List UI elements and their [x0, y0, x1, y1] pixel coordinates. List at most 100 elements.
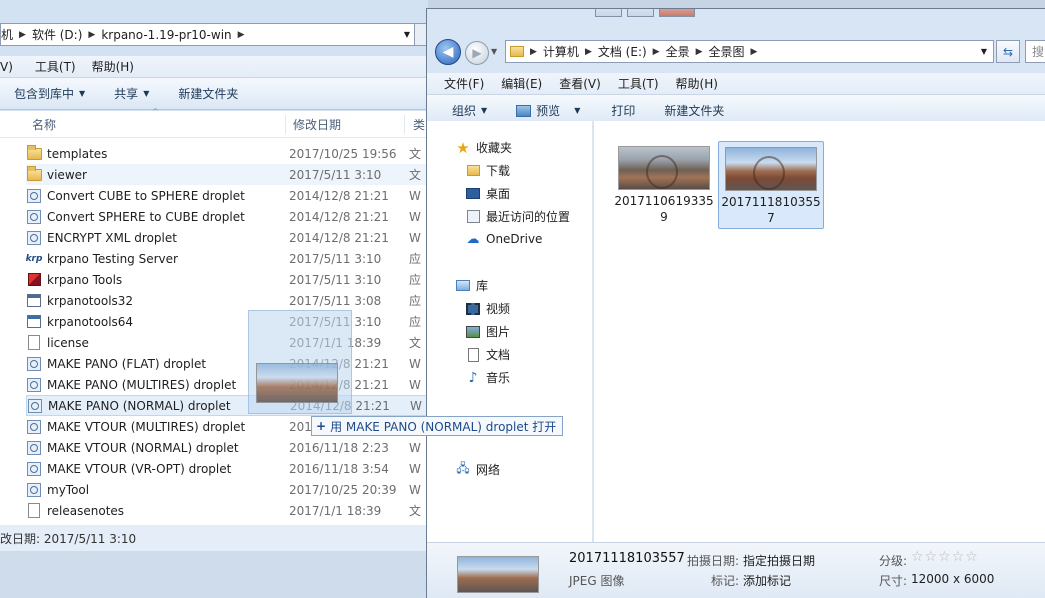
chevron-down-icon[interactable]: ▼ — [404, 30, 410, 39]
nav-videos[interactable]: 视频 — [465, 300, 510, 317]
nav-recent-places[interactable]: 最近访问的位置 — [465, 208, 570, 225]
file-type: W — [409, 377, 421, 392]
nav-pictures-label: 图片 — [486, 325, 511, 339]
file-row[interactable]: MAKE VTOUR (VR-OPT) droplet 2016/11/18 3:… — [26, 458, 428, 479]
breadcrumb-item[interactable]: 全景 — [666, 43, 690, 60]
file-row[interactable]: MAKE PANO (MULTIRES) droplet2014/12/8 21… — [26, 374, 428, 395]
file-row[interactable]: releasenotes 2017/1/1 18:39 文 — [26, 500, 428, 521]
menu-file[interactable]: 文件(F) — [427, 75, 492, 92]
column-modified[interactable]: 修改日期 — [293, 116, 341, 133]
column-type[interactable]: 类 — [413, 116, 425, 133]
refresh-icon[interactable]: ⇆ — [996, 40, 1020, 63]
file-row[interactable]: krpano Tools 2017/5/11 3:10 应 — [26, 269, 428, 290]
history-dropdown-icon[interactable]: ▼ — [491, 47, 497, 56]
nav-pictures[interactable]: 图片 — [465, 323, 510, 340]
nav-libraries[interactable]: 库 — [455, 277, 488, 294]
file-date: 2014/12/8 21:21 — [289, 209, 389, 224]
nav-favorites[interactable]: ★ 收藏夹 — [455, 139, 513, 157]
search-input[interactable]: 搜 — [1025, 40, 1045, 63]
file-row[interactable]: templates 2017/10/25 19:56 文 — [26, 143, 428, 164]
maximize-button[interactable] — [627, 9, 654, 17]
include-in-library-button[interactable]: 包含到库中 ▼ — [0, 78, 96, 109]
file-name: releasenotes — [47, 503, 125, 518]
plus-icon: + — [316, 419, 327, 433]
chevron-down-icon[interactable]: ▼ — [981, 47, 987, 56]
file-row[interactable]: myTool 2017/10/25 20:39 W — [26, 479, 428, 500]
chevron-right-icon[interactable]: ▶ — [696, 47, 703, 57]
file-row[interactable]: Convert SPHERE to CUBE droplet 2014/12/8 … — [26, 206, 428, 227]
file-type: 应 — [409, 273, 422, 287]
breadcrumb-item[interactable]: 机 — [1, 26, 13, 43]
chevron-right-icon[interactable]: ▶ — [88, 30, 95, 40]
details-date-value[interactable]: 指定拍摄日期 — [743, 552, 815, 569]
close-button[interactable] — [659, 9, 695, 17]
image-thumbnail[interactable]: 2017110619335 9 — [611, 141, 717, 229]
file-date: 2016/11/18 3:54 — [289, 461, 389, 476]
droplet-icon — [27, 398, 43, 414]
preview-label: 预览 — [536, 104, 561, 118]
panorama-preview — [618, 146, 710, 190]
nav-desktop[interactable]: 桌面 — [465, 185, 510, 202]
file-row[interactable]: Convert CUBE to SPHERE droplet 2014/12/8 … — [26, 185, 428, 206]
details-tags-value[interactable]: 添加标记 — [743, 572, 791, 589]
breadcrumb-item[interactable]: 文档 (E:) — [598, 43, 647, 60]
minimize-button[interactable] — [595, 9, 622, 17]
file-row[interactable]: viewer 2017/5/11 3:10 文 — [26, 164, 428, 185]
file-row[interactable]: krp krpano Testing Server 2017/5/11 3:10 应 — [26, 248, 428, 269]
left-address-bar[interactable]: 机 ▶ 软件 (D:) ▶ krpano-1.19-pr10-win ▶ ▼ — [0, 23, 415, 46]
breadcrumb-item[interactable]: 计算机 — [543, 43, 579, 60]
new-folder-button[interactable]: 新建文件夹 — [160, 78, 249, 109]
left-window-bottom — [0, 551, 428, 598]
column-divider — [285, 115, 286, 134]
droplet-icon — [26, 377, 42, 393]
cube-icon — [26, 272, 42, 288]
breadcrumb-item[interactable]: krpano-1.19-pr10-win — [101, 28, 231, 42]
chevron-right-icon[interactable]: ▶ — [751, 47, 758, 57]
nav-onedrive[interactable]: ☁ OneDrive — [465, 231, 543, 247]
chevron-right-icon: ▶ — [530, 46, 537, 57]
nav-music[interactable]: ♪ 音乐 — [465, 369, 510, 386]
nav-documents[interactable]: 文档 — [465, 346, 510, 363]
file-row[interactable]: MAKE PANO (FLAT) droplet2014/12/8 21:21W — [26, 353, 428, 374]
chevron-right-icon[interactable]: ▶ — [653, 47, 660, 57]
print-label: 打印 — [611, 104, 636, 118]
right-address-bar[interactable]: ▶ 计算机 ▶ 文档 (E:) ▶ 全景 ▶ 全景图 ▶ ▼ — [505, 40, 994, 63]
file-row[interactable]: krpanotools642017/5/11 3:10应 — [26, 311, 428, 332]
forward-arrow-icon[interactable]: ▶ — [465, 41, 489, 65]
file-row[interactable]: license2017/1/1 18:39文 — [26, 332, 428, 353]
menu-help[interactable]: 帮助(H) — [667, 75, 726, 92]
file-name: krpano Tools — [47, 272, 123, 287]
chevron-right-icon[interactable]: ▶ — [19, 30, 26, 40]
breadcrumb-item[interactable]: 软件 (D:) — [32, 26, 82, 43]
menu-help[interactable]: 帮助(H) — [84, 58, 142, 75]
nav-documents-label: 文档 — [486, 348, 511, 362]
menu-view[interactable]: 查看(V) — [550, 75, 609, 92]
share-button[interactable]: 共享 ▼ — [96, 78, 160, 109]
chevron-right-icon[interactable]: ▶ — [238, 30, 245, 40]
drag-tooltip: + 用 MAKE PANO (NORMAL) droplet 打开 — [311, 416, 564, 436]
column-name[interactable]: 名称 — [32, 116, 56, 133]
right-menubar: 文件(F) 编辑(E) 查看(V) 工具(T) 帮助(H) — [427, 73, 1045, 95]
image-thumbnail-selected[interactable]: 2017111810355 7 — [718, 141, 824, 229]
menu-view[interactable]: V) — [0, 60, 21, 74]
menu-tools[interactable]: 工具(T) — [609, 75, 667, 92]
file-row[interactable]: MAKE VTOUR (NORMAL) droplet 2016/11/18 2:… — [26, 437, 428, 458]
back-arrow-icon[interactable]: ◀ — [435, 39, 461, 65]
chevron-right-icon[interactable]: ▶ — [585, 47, 592, 57]
file-type: W — [409, 440, 421, 455]
droplet-icon — [26, 482, 42, 498]
details-size-label: 尺寸: — [879, 574, 908, 588]
nav-favorites-label: 收藏夹 — [476, 141, 513, 155]
file-row[interactable]: krpanotools32 2017/5/11 3:08 应 — [26, 290, 428, 311]
file-type: 文 — [409, 336, 422, 350]
rating-stars-icon[interactable]: ☆☆☆☆☆ — [911, 549, 979, 565]
menu-tools[interactable]: 工具(T) — [21, 58, 84, 75]
breadcrumb-item[interactable]: 全景图 — [709, 43, 745, 60]
file-row[interactable]: MAKE PANO (NORMAL) droplet2014/12/8 21:2… — [26, 395, 428, 416]
new-folder-label: 新建文件夹 — [178, 87, 239, 101]
file-row[interactable]: ENCRYPT XML droplet 2014/12/8 21:21 W — [26, 227, 428, 248]
menu-edit[interactable]: 编辑(E) — [492, 75, 550, 92]
nav-network[interactable]: 🖧 网络 — [455, 461, 500, 478]
exe-icon — [26, 314, 42, 330]
nav-downloads[interactable]: 下载 — [465, 162, 510, 179]
